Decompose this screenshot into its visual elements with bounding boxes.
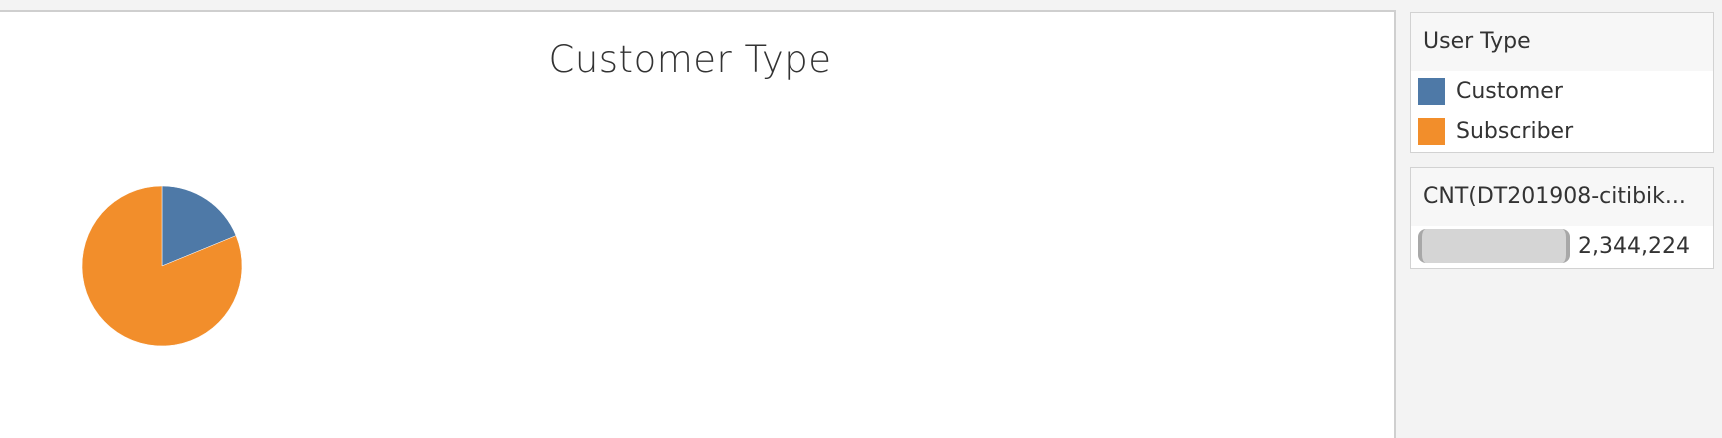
top-strip — [0, 0, 1722, 10]
legend-item-subscriber[interactable]: Subscriber — [1411, 111, 1713, 151]
size-legend-row: 2,344,224 — [1411, 226, 1713, 266]
legend-swatch-customer — [1418, 77, 1445, 105]
size-legend-bar — [1418, 229, 1570, 263]
legend-label: Subscriber — [1456, 118, 1574, 144]
size-legend: CNT(DT201908-citibik... 2,344,224 — [1410, 167, 1714, 269]
legend-item-customer[interactable]: Customer — [1411, 71, 1713, 111]
pie-chart[interactable] — [0, 12, 1390, 432]
color-legend: User Type Customer Subscriber — [1410, 12, 1714, 153]
legend-title: User Type — [1411, 13, 1713, 71]
legend-label: Customer — [1456, 78, 1563, 104]
size-legend-value: 2,344,224 — [1578, 233, 1690, 259]
side-panel: User Type Customer Subscriber CNT(DT2019… — [1396, 10, 1722, 438]
chart-area: Customer Type — [0, 10, 1396, 438]
size-legend-title: CNT(DT201908-citibik... — [1411, 168, 1713, 226]
legend-swatch-subscriber — [1418, 117, 1445, 145]
